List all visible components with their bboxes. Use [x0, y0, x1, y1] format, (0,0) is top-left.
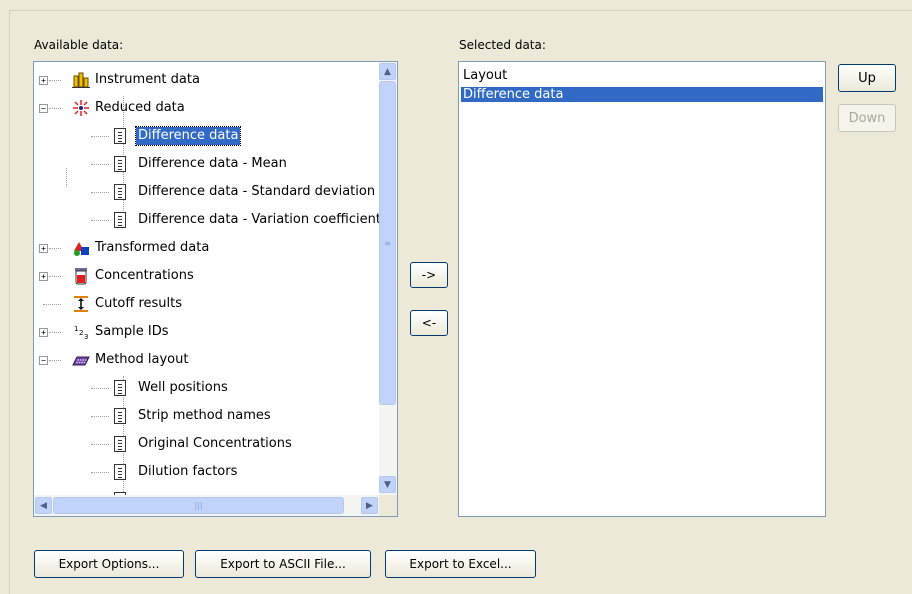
- list-item[interactable]: Layout: [461, 68, 823, 83]
- tree-line: [91, 388, 109, 390]
- document-icon: [111, 379, 129, 397]
- tree-horizontal-scrollbar[interactable]: ◀ ||| ▶: [34, 495, 379, 516]
- document-icon: [111, 127, 129, 145]
- tree-line: [49, 276, 61, 278]
- tree-item-dilution-factors[interactable]: Dilution factors: [34, 458, 379, 486]
- cutoff-icon: [72, 295, 90, 313]
- tree-line: [91, 472, 109, 474]
- scatter-icon: [72, 99, 90, 117]
- tree-item-sample-ids[interactable]: + 123 Sample IDs: [34, 318, 379, 346]
- export-options-button[interactable]: Export Options...: [34, 550, 184, 578]
- tree-item-partial[interactable]: [34, 486, 379, 495]
- tree-item-label: Method layout: [95, 352, 189, 367]
- tree-item-label: Difference data: [134, 126, 242, 146]
- document-icon: [111, 435, 129, 453]
- tree-item-reduced-data[interactable]: − Reduced data: [34, 94, 379, 122]
- tree-item-label: Difference data - Mean: [138, 156, 287, 171]
- expand-icon[interactable]: +: [39, 244, 48, 253]
- tree-item-label: Well positions: [138, 380, 228, 395]
- beaker-icon: [72, 267, 90, 285]
- move-up-button[interactable]: Up: [838, 64, 896, 92]
- tree-line: [91, 192, 109, 194]
- add-to-selected-button[interactable]: ->: [410, 262, 448, 288]
- scroll-thumb[interactable]: ≡: [379, 81, 396, 405]
- tree-line: [49, 108, 61, 110]
- available-data-label: Available data:: [34, 38, 124, 52]
- tree-item-difference-data-mean[interactable]: Difference data - Mean: [34, 150, 379, 178]
- scroll-left-arrow-icon[interactable]: ◀: [35, 497, 52, 514]
- tree-rows: + Instrument data − Reduced data Differe…: [34, 62, 379, 495]
- numbers-icon: 123: [72, 323, 90, 341]
- tree-item-method-layout[interactable]: − Method layout: [34, 346, 379, 374]
- tree-item-instrument-data[interactable]: + Instrument data: [34, 66, 379, 94]
- frame-left-line: [9, 10, 10, 594]
- remove-from-selected-button[interactable]: <-: [410, 310, 448, 336]
- list-item[interactable]: Difference data: [461, 87, 823, 102]
- tree-item-label: Cutoff results: [95, 296, 183, 311]
- selected-data-label: Selected data:: [459, 38, 546, 52]
- collapse-icon[interactable]: −: [39, 104, 48, 113]
- tree-item-label: Original Concentrations: [138, 436, 292, 451]
- document-icon: [111, 407, 129, 425]
- svg-text:1: 1: [74, 325, 78, 333]
- tree-line: [91, 164, 109, 166]
- scroll-down-arrow-icon[interactable]: ▼: [379, 476, 396, 493]
- expand-icon[interactable]: +: [39, 272, 48, 281]
- tree-item-label: Dilution factors: [138, 464, 238, 479]
- tree-item-label: Transformed data: [95, 240, 210, 255]
- export-ascii-button[interactable]: Export to ASCII File...: [195, 550, 371, 578]
- move-down-button[interactable]: Down: [838, 104, 896, 132]
- expand-icon[interactable]: +: [39, 328, 48, 337]
- tree-line: [43, 304, 61, 306]
- tree-item-label: Difference data - Standard deviation: [138, 184, 376, 199]
- tree-item-original-concentrations[interactable]: Original Concentrations: [34, 430, 379, 458]
- available-data-tree[interactable]: + Instrument data − Reduced data Differe…: [33, 61, 398, 517]
- tree-item-strip-method-names[interactable]: Strip method names: [34, 402, 379, 430]
- tree-line: [49, 360, 61, 362]
- tree-line: [91, 444, 109, 446]
- tree-item-transformed-data[interactable]: + Transformed data: [34, 234, 379, 262]
- frame-top-line: [9, 10, 912, 11]
- tree-line: [49, 248, 61, 250]
- scroll-right-arrow-icon[interactable]: ▶: [361, 497, 378, 514]
- tree-item-well-positions[interactable]: Well positions: [34, 374, 379, 402]
- svg-text:2: 2: [79, 329, 83, 337]
- collapse-icon[interactable]: −: [39, 356, 48, 365]
- tree-item-difference-data-cv[interactable]: Difference data - Variation coefficient: [34, 206, 379, 234]
- tree-item-label: Sample IDs: [95, 324, 169, 339]
- scroll-up-arrow-icon[interactable]: ▲: [379, 63, 396, 80]
- document-icon: [111, 183, 129, 201]
- shapes-icon: [72, 239, 90, 257]
- chart-icon: [72, 71, 90, 89]
- export-excel-button[interactable]: Export to Excel...: [385, 550, 536, 578]
- svg-text:3: 3: [84, 333, 88, 341]
- scroll-thumb[interactable]: |||: [53, 497, 344, 514]
- tree-item-label: Concentrations: [95, 268, 194, 283]
- tree-line: [49, 332, 61, 334]
- selected-data-list[interactable]: Layout Difference data: [458, 61, 826, 517]
- tree-item-label: Strip method names: [138, 408, 271, 423]
- tree-line: [91, 136, 109, 138]
- document-icon: [111, 463, 129, 481]
- tree-line: [91, 220, 109, 222]
- expand-icon[interactable]: +: [39, 76, 48, 85]
- tree-item-label: Difference data - Variation coefficient: [138, 212, 379, 227]
- tree-line: [49, 80, 61, 82]
- tree-item-cutoff-results[interactable]: Cutoff results: [34, 290, 379, 318]
- tree-item-concentrations[interactable]: + Concentrations: [34, 262, 379, 290]
- document-icon: [111, 211, 129, 229]
- tree-item-difference-data-std[interactable]: Difference data - Standard deviation: [34, 178, 379, 206]
- plate-icon: [72, 351, 90, 369]
- tree-line: [91, 416, 109, 418]
- document-icon: [111, 155, 129, 173]
- tree-item-label: Instrument data: [95, 72, 200, 87]
- scrollbar-corner: [379, 495, 397, 516]
- tree-vertical-scrollbar[interactable]: ▲ ≡ ▼: [379, 62, 397, 495]
- tree-item-difference-data[interactable]: Difference data: [34, 122, 379, 150]
- tree-item-label: Reduced data: [95, 100, 185, 115]
